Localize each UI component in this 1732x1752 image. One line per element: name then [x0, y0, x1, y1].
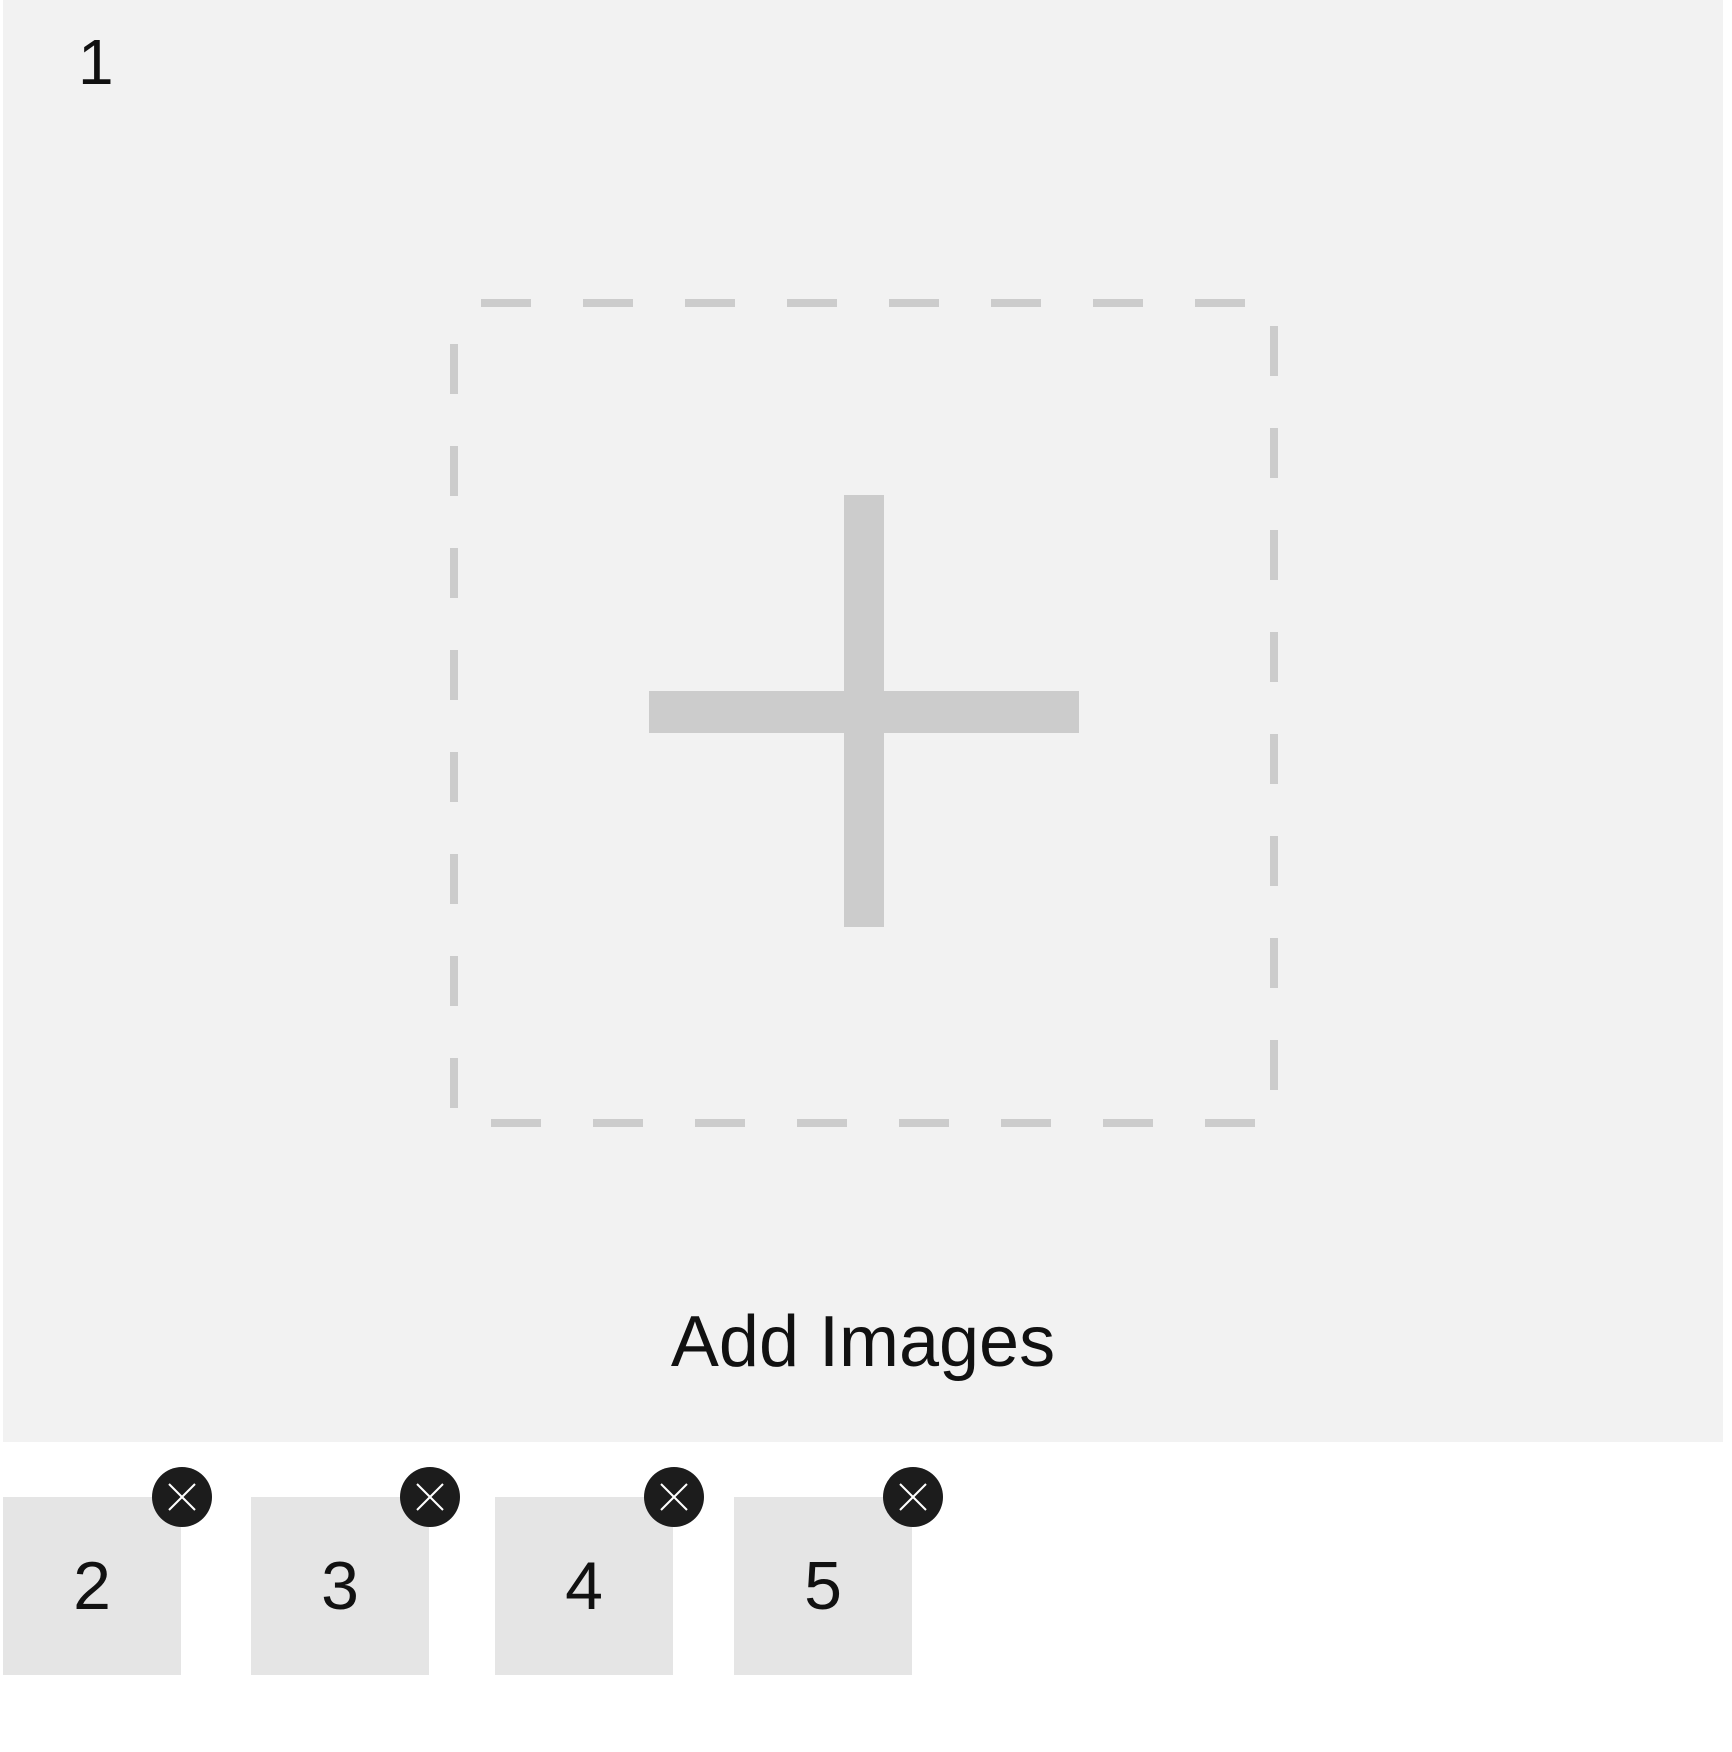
- thumbnail-slot[interactable]: 2: [3, 1467, 212, 1675]
- remove-thumbnail-button[interactable]: [400, 1467, 460, 1527]
- close-icon: [416, 1483, 444, 1511]
- thumbnail-slot[interactable]: 3: [251, 1467, 460, 1675]
- add-images-label[interactable]: Add Images: [3, 1306, 1723, 1378]
- remove-thumbnail-button[interactable]: [883, 1467, 943, 1527]
- remove-thumbnail-button[interactable]: [644, 1467, 704, 1527]
- close-icon: [899, 1483, 927, 1511]
- main-image-slot[interactable]: 1 Add Images: [3, 0, 1723, 1442]
- add-images-dropzone[interactable]: [450, 299, 1278, 1127]
- thumbnail-slot[interactable]: 4: [495, 1467, 704, 1675]
- remove-thumbnail-button[interactable]: [152, 1467, 212, 1527]
- close-icon: [168, 1483, 196, 1511]
- main-slot-number: 1: [78, 26, 114, 98]
- thumbnail-slot[interactable]: 5: [734, 1467, 943, 1675]
- close-icon: [660, 1483, 688, 1511]
- plus-icon: [649, 495, 1079, 927]
